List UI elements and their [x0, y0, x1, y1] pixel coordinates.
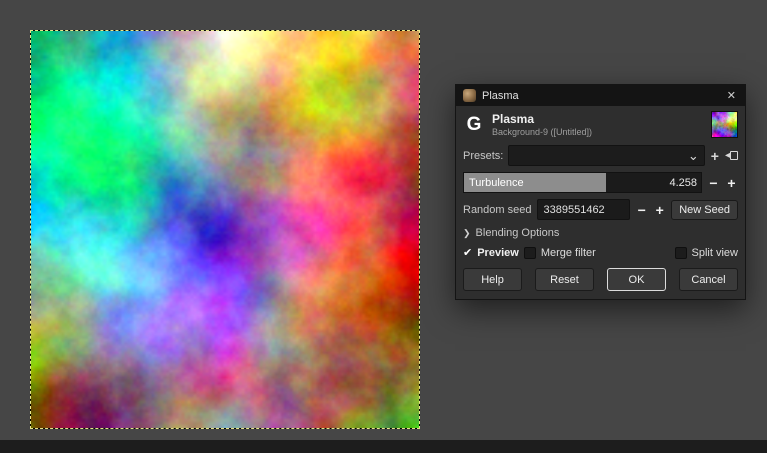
turbulence-label: Turbulence: [469, 173, 524, 192]
header-text: Plasma Background-9 ([Untitled]): [492, 112, 592, 137]
action-buttons-row: Help Reset OK Cancel: [456, 263, 745, 299]
turbulence-row: Turbulence 4.258 − +: [456, 169, 745, 196]
plasma-preview-image: [31, 31, 419, 428]
split-view-label[interactable]: Split view: [692, 247, 738, 259]
ok-button[interactable]: OK: [607, 268, 666, 291]
new-seed-button[interactable]: New Seed: [671, 200, 738, 220]
turbulence-slider[interactable]: Turbulence 4.258: [463, 172, 702, 193]
selection-marching-ants[interactable]: [30, 30, 420, 429]
add-preset-button[interactable]: +: [710, 148, 720, 164]
presets-label: Presets:: [463, 150, 503, 162]
gimp-canvas-area: { "window": { "title": "Plasma" }, "icon…: [0, 0, 767, 453]
presets-row: Presets: ⌄ + ◂: [456, 142, 745, 169]
dialog-titlebar[interactable]: Plasma ✕: [456, 85, 745, 106]
manage-presets-button[interactable]: ◂: [725, 150, 738, 161]
turbulence-decrement-button[interactable]: −: [707, 175, 720, 191]
layer-thumbnail: [711, 111, 738, 138]
blending-options-label: Blending Options: [476, 227, 560, 239]
import-box-icon: [730, 151, 738, 160]
statusbar-strip: [0, 440, 767, 453]
plasma-dialog: Plasma ✕ G Plasma Background-9 ([Untitle…: [455, 84, 746, 300]
gegl-logo-icon: G: [463, 114, 485, 136]
preview-checkbox-label[interactable]: Preview: [477, 247, 519, 259]
turbulence-increment-button[interactable]: +: [725, 175, 738, 191]
presets-combobox[interactable]: ⌄: [508, 145, 704, 166]
random-seed-input[interactable]: [537, 199, 631, 220]
blending-options-expander[interactable]: ❯ Blending Options: [456, 223, 745, 242]
expander-chevron-icon: ❯: [463, 228, 471, 239]
dialog-title: Plasma: [482, 90, 719, 102]
dialog-header: G Plasma Background-9 ([Untitled]): [456, 106, 745, 142]
layer-subtitle: Background-9 ([Untitled]): [492, 127, 592, 137]
random-seed-label: Random seed: [463, 204, 532, 216]
split-view-checkbox[interactable]: [675, 247, 687, 259]
help-button[interactable]: Help: [463, 268, 522, 291]
reset-button[interactable]: Reset: [535, 268, 594, 291]
split-view-group: Split view: [675, 247, 738, 259]
preview-check-icon[interactable]: ✔: [463, 246, 472, 259]
random-seed-row: Random seed − + New Seed: [456, 196, 745, 223]
merge-filter-checkbox[interactable]: [524, 247, 536, 259]
turbulence-value: 4.258: [669, 173, 697, 192]
layer-thumbnail-image: [712, 112, 737, 137]
merge-filter-label[interactable]: Merge filter: [541, 247, 596, 259]
seed-decrement-button[interactable]: −: [635, 202, 648, 218]
seed-increment-button[interactable]: +: [653, 202, 666, 218]
filter-name: Plasma: [492, 112, 592, 126]
options-row: ✔ Preview Merge filter Split view: [456, 242, 745, 263]
cancel-button[interactable]: Cancel: [679, 268, 738, 291]
gimp-wilber-icon: [463, 89, 476, 102]
chevron-down-icon: ⌄: [688, 151, 699, 161]
close-icon[interactable]: ✕: [725, 89, 738, 102]
